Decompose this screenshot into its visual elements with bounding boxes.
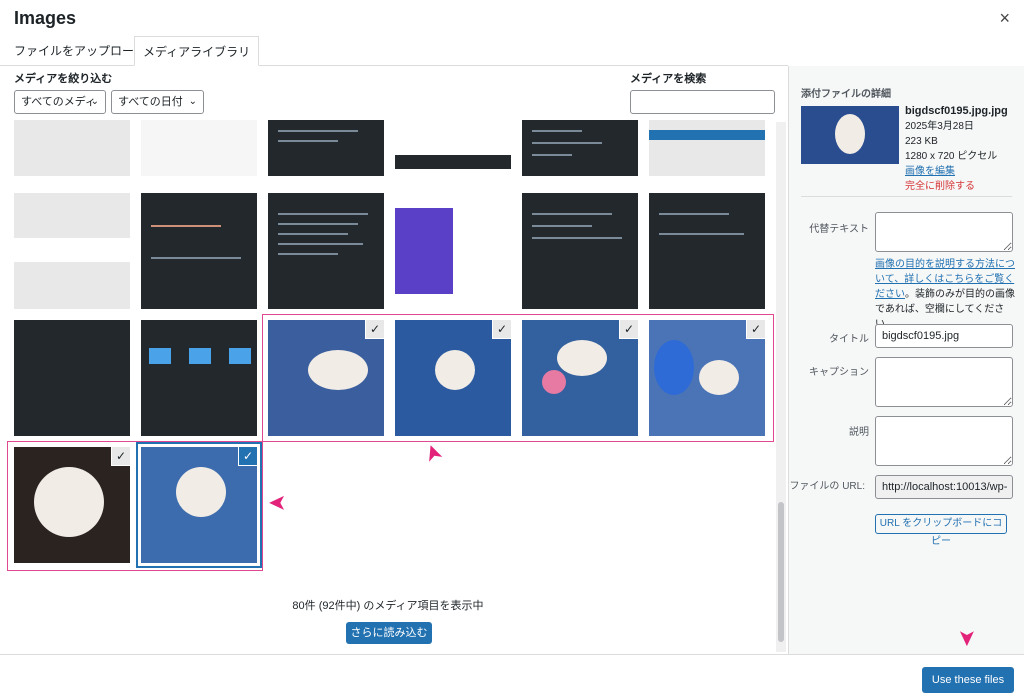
edit-image-link[interactable]: 画像を編集 [905,164,1008,179]
search-label: メディアを検索 [630,73,707,85]
arrow-icon: ➤ [417,440,448,467]
media-thumb[interactable] [141,120,257,176]
media-type-value: すべてのメディ [21,96,97,108]
scrollbar-thumb[interactable] [778,502,784,642]
attachment-thumbnail [801,106,899,164]
divider [801,196,1012,197]
alt-text-help: 画像の目的を説明する方法について、詳しくはこちらをご覧ください。装飾のみが目的の… [875,257,1015,332]
file-url-label: ファイルの URL: [789,481,865,492]
arrow-icon: ➤ [955,628,981,648]
media-thumb[interactable] [141,193,257,309]
media-count: 80件 (92件中) のメディア項目を表示中 [292,600,484,612]
media-thumb[interactable] [522,193,638,309]
date-select[interactable]: すべての日付 ⌄ [111,90,204,114]
file-size: 223 KB [905,136,938,147]
media-thumb[interactable] [522,120,638,176]
media-thumb[interactable] [649,193,765,309]
title-field[interactable]: bigdscf0195.jpg [875,324,1013,348]
load-more-button[interactable]: さらに読み込む [346,622,432,644]
file-url-field[interactable]: http://localhost:10013/wp- [875,475,1013,499]
modal-title: Images [14,8,77,28]
grid-scrollbar[interactable] [776,122,786,652]
delete-permanently-link[interactable]: 完全に削除する [905,179,1008,194]
highlight-box [7,441,263,571]
alt-text-label: 代替テキスト [809,224,869,235]
attachment-meta: bigdscf0195.jpg.jpg 2025年3月28日 223 KB 12… [905,104,1008,194]
description-label: 説明 [849,427,869,438]
title-label: タイトル [829,334,869,345]
media-thumb[interactable] [395,120,511,176]
media-thumb[interactable] [14,120,130,176]
media-thumb[interactable] [141,320,257,436]
tab-media-library[interactable]: メディアライブラリ [134,36,260,66]
media-thumb[interactable] [395,193,511,309]
chevron-down-icon: ⌄ [90,96,99,107]
attachment-details: 添付ファイルの詳細 bigdscf0195.jpg.jpg 2025年3月28日… [788,66,1024,654]
media-thumb[interactable] [14,320,130,436]
media-thumb[interactable] [268,193,384,309]
file-name: bigdscf0195.jpg.jpg [905,105,1008,117]
search-input[interactable] [630,90,775,114]
copy-url-button[interactable]: URL をクリップボードにコピー [875,514,1007,547]
media-thumb[interactable] [14,193,130,309]
arrow-icon: ➤ [268,491,287,516]
details-heading: 添付ファイルの詳細 [801,89,891,100]
media-thumb[interactable] [268,120,384,176]
highlight-box [262,314,774,442]
caption-label: キャプション [809,367,869,378]
media-type-select[interactable]: すべてのメディ ⌄ [14,90,106,114]
chevron-down-icon: ⌄ [188,96,197,107]
media-grid: ✓ ✓ ✓ ✓ ✓ ✓ ➤ ➤ [0,120,788,653]
modal-footer: Use these files ➤ [0,629,1024,697]
tab-upload[interactable]: ファイルをアップロード [6,36,154,66]
upload-date: 2025年3月28日 [905,121,974,132]
caption-field[interactable] [875,357,1013,407]
filter-label: メディアを絞り込む [14,73,113,85]
media-thumb[interactable] [649,120,765,176]
description-field[interactable] [875,416,1013,466]
use-files-button[interactable]: Use these files [922,667,1014,693]
tab-bar: ファイルをアップロード メディアライブラリ [0,36,788,66]
dimensions: 1280 x 720 ピクセル [905,151,998,162]
alt-text-field[interactable] [875,212,1013,252]
date-value: すべての日付 [118,96,183,108]
close-icon[interactable]: × [999,8,1010,29]
